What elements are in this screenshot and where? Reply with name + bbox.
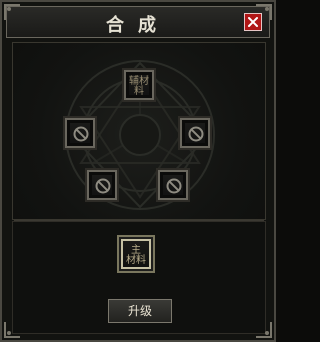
material-slot-upper-right[interactable] <box>178 116 212 150</box>
material-slot-lower-left[interactable] <box>85 168 119 202</box>
main-material-slot[interactable]: 主 材料 <box>117 235 155 273</box>
window-title: 合成 <box>106 15 170 36</box>
material-slot-upper-left[interactable] <box>63 116 97 150</box>
main-slot-label: 主 材料 <box>126 245 146 266</box>
corner-ornament-icon <box>256 322 272 338</box>
synthesis-window: 合成 辅材 料 主 材料 升级 <box>0 0 276 342</box>
material-slot-lower-right[interactable] <box>156 168 190 202</box>
prohibited-icon <box>188 126 204 142</box>
corner-ornament-icon <box>256 4 272 20</box>
prohibited-icon <box>95 178 111 194</box>
corner-ornament-icon <box>4 4 20 20</box>
upgrade-button[interactable]: 升级 <box>108 299 172 323</box>
auxiliary-material-slot[interactable]: 辅材 料 <box>122 68 156 102</box>
synthesis-panel: 辅材 料 <box>12 42 266 220</box>
corner-ornament-icon <box>4 322 20 338</box>
prohibited-icon <box>166 178 182 194</box>
title-bar: 合成 <box>6 6 270 38</box>
auxiliary-slot-label: 辅材 料 <box>129 76 149 97</box>
prohibited-icon <box>73 126 89 142</box>
